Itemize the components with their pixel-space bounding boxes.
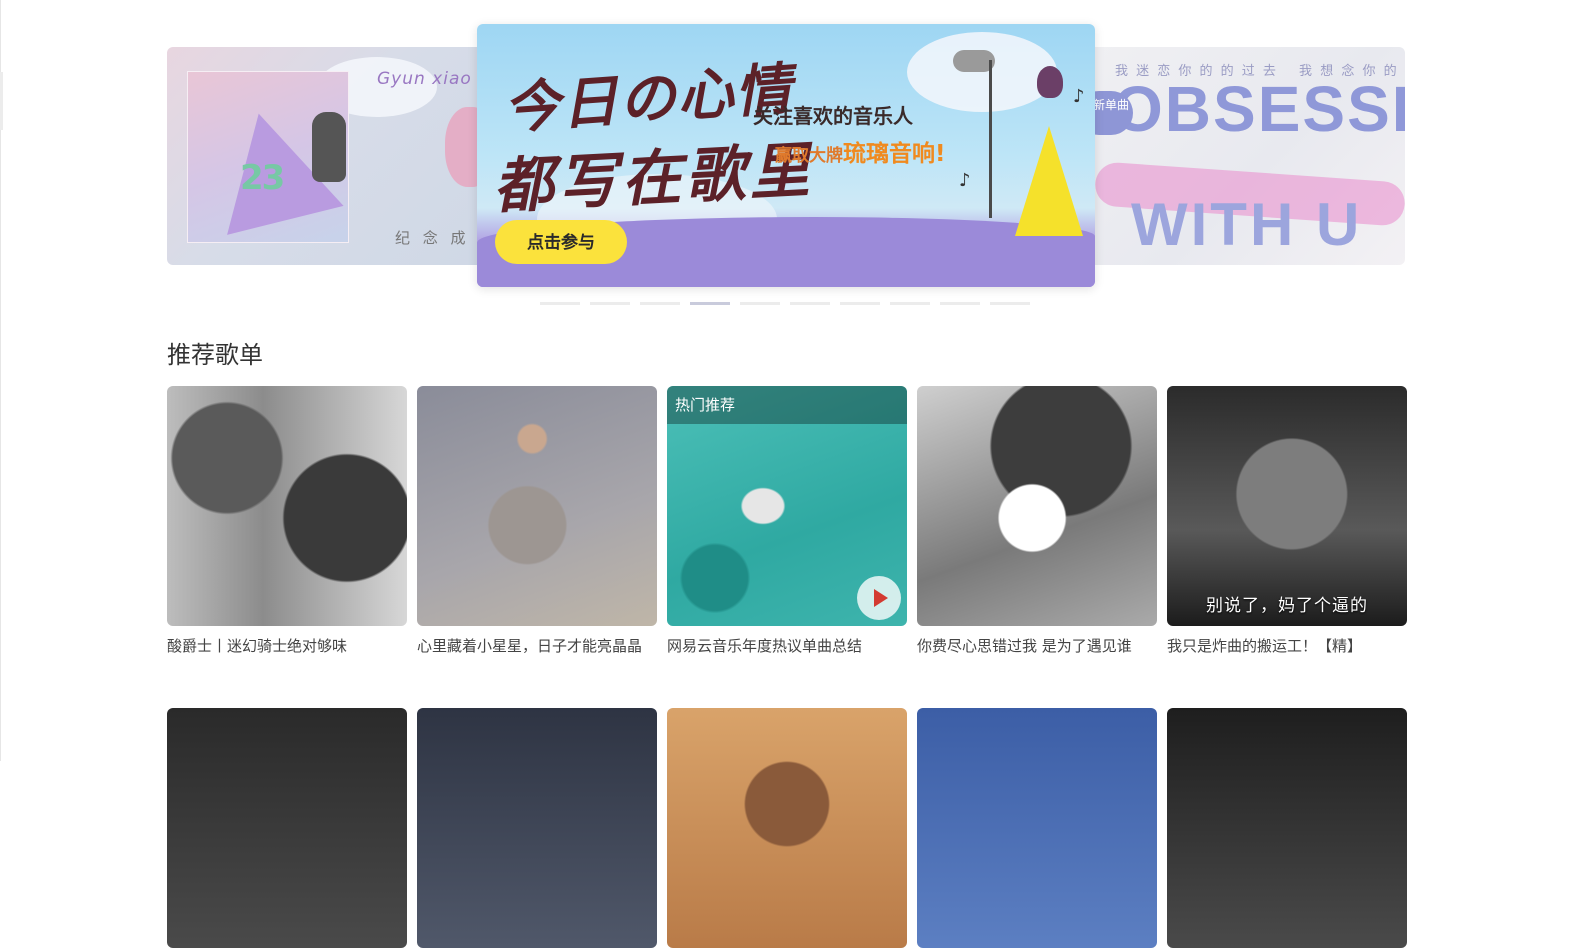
indicator-dot[interactable] bbox=[840, 302, 880, 305]
indicator-dot[interactable] bbox=[790, 302, 830, 305]
playlist-card[interactable] bbox=[1167, 708, 1407, 948]
playlist-card[interactable] bbox=[667, 708, 907, 948]
indicator-dot-active[interactable] bbox=[690, 302, 730, 305]
playlist-card[interactable] bbox=[917, 708, 1157, 948]
banner-subtitle: 关注喜欢的音乐人 bbox=[753, 104, 913, 128]
music-note-icon: ♪ bbox=[959, 170, 971, 191]
section-title: 推荐歌单 bbox=[167, 341, 263, 369]
playlist-title[interactable]: 酸爵士丨迷幻骑士绝对够味 bbox=[167, 636, 407, 656]
album-art: 23 bbox=[187, 71, 349, 243]
playlist-title[interactable]: 你费尽心思错过我 是为了遇见谁 bbox=[917, 636, 1157, 656]
playlist-title[interactable]: 心里藏着小星星，日子才能亮晶晶 bbox=[417, 636, 657, 656]
girl-head bbox=[1037, 66, 1063, 98]
girl-dress bbox=[1015, 126, 1083, 236]
banner-script-text: Gyun xiao bbox=[377, 69, 472, 89]
playlist-title[interactable]: 网易云音乐年度热议单曲总结 bbox=[667, 636, 907, 656]
playlist-title[interactable]: 我只是炸曲的搬运工！【精】 bbox=[1167, 636, 1407, 656]
indicator-dot[interactable] bbox=[540, 302, 580, 305]
indicator-dot[interactable] bbox=[590, 302, 630, 305]
playlist-cover[interactable] bbox=[167, 708, 407, 948]
playlist-card[interactable] bbox=[167, 708, 407, 948]
banner-prize-text: 赢取大牌琉璃音响! bbox=[775, 134, 946, 168]
playlist-cover[interactable] bbox=[667, 708, 907, 948]
banner-title-line2: 都写在歌里 bbox=[491, 135, 815, 223]
indicator-dot[interactable] bbox=[640, 302, 680, 305]
playlist-card[interactable]: 心里藏着小星星，日子才能亮晶晶 bbox=[417, 386, 657, 656]
playlist-card[interactable]: 酸爵士丨迷幻骑士绝对够味 bbox=[167, 386, 407, 656]
banner-number: 23 bbox=[240, 158, 285, 198]
banner-prev[interactable]: 23 Gyun xiao 纪 念 成 bbox=[167, 47, 497, 265]
playlist-cover[interactable] bbox=[417, 708, 657, 948]
playlist-cover[interactable]: 别说了，妈了个逼的 bbox=[1167, 386, 1407, 626]
playlist-cover[interactable]: 热门推荐 bbox=[667, 386, 907, 626]
indicator-dot[interactable] bbox=[740, 302, 780, 305]
playlist-cover[interactable] bbox=[1167, 708, 1407, 948]
banner-carousel: 23 Gyun xiao 纪 念 成 我 迷 恋 你 的 的 过 去 我 想 念… bbox=[0, 0, 1582, 320]
cat-figure bbox=[312, 112, 346, 182]
play-button[interactable] bbox=[857, 576, 901, 620]
carousel-indicators bbox=[540, 302, 1030, 305]
prize-emphasis: 琉璃音响! bbox=[843, 141, 946, 167]
banner-current[interactable]: 今日の心情 都写在歌里 关注喜欢的音乐人 赢取大牌琉璃音响! ♪ ♪ 点击参与 bbox=[477, 24, 1095, 287]
playlist-grid: 酸爵士丨迷幻骑士绝对够味 心里藏着小星星，日子才能亮晶晶 热门推荐 网易云音乐年… bbox=[167, 386, 1407, 948]
girl-illustration bbox=[1015, 66, 1083, 236]
playlist-card[interactable] bbox=[417, 708, 657, 948]
play-icon bbox=[874, 589, 888, 607]
playlist-cover[interactable] bbox=[417, 386, 657, 626]
indicator-dot[interactable] bbox=[990, 302, 1030, 305]
playlist-card[interactable]: 热门推荐 网易云音乐年度热议单曲总结 bbox=[667, 386, 907, 656]
playlist-card[interactable]: 别说了，妈了个逼的 我只是炸曲的搬运工！【精】 bbox=[1167, 386, 1407, 656]
playlist-cover[interactable] bbox=[167, 386, 407, 626]
participate-button[interactable]: 点击参与 bbox=[495, 220, 627, 264]
music-note-icon: ♪ bbox=[1073, 86, 1085, 107]
banner-big-text: OBSESSED bbox=[1113, 73, 1405, 145]
playlist-cover[interactable] bbox=[917, 386, 1157, 626]
cover-subtitle-text: 别说了，妈了个逼的 bbox=[1206, 596, 1368, 616]
banner-caption: 纪 念 成 bbox=[395, 229, 470, 247]
playlist-cover[interactable] bbox=[917, 708, 1157, 948]
prize-prefix: 赢取大牌 bbox=[775, 146, 843, 166]
mic-pole bbox=[989, 60, 992, 218]
playlist-card[interactable]: 你费尽心思错过我 是为了遇见谁 bbox=[917, 386, 1157, 656]
banner-big-text-2: WITH U bbox=[1131, 191, 1363, 258]
hot-recommend-tag: 热门推荐 bbox=[667, 386, 907, 424]
indicator-dot[interactable] bbox=[890, 302, 930, 305]
indicator-dot[interactable] bbox=[940, 302, 980, 305]
banner-next[interactable]: 我 迷 恋 你 的 的 过 去 我 想 念 你 的 未 来 OBSESSED W… bbox=[1085, 47, 1405, 265]
